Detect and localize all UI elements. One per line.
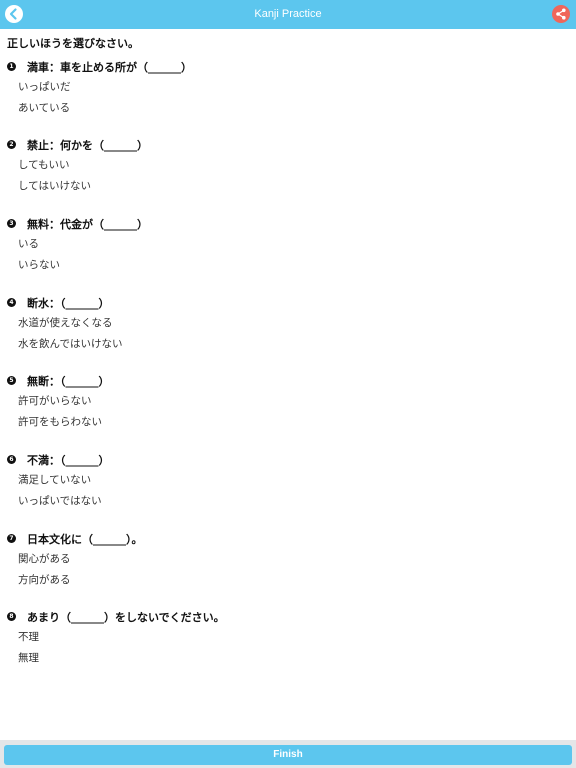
answer-option[interactable]: 水を飲んではいけない [18, 336, 122, 351]
answer-option[interactable]: いる [18, 236, 39, 251]
question-number-badge: 1 [7, 62, 16, 71]
question-text: あまり（______）をしないでください。 [27, 611, 225, 624]
answer-option[interactable]: してもいい [18, 157, 69, 172]
footer-bar: Finish [0, 740, 576, 768]
question-text: 無料：代金が（______） [27, 218, 148, 231]
question-item: 8 あまり（______）をしないでください。 不理 無理 [0, 609, 576, 679]
question-number-badge: 3 [7, 219, 16, 228]
answer-option[interactable]: いっぱいではない [18, 493, 102, 508]
question-item: 3 無料：代金が（______） いる いらない [0, 216, 576, 286]
question-item: 1 満車：車を止める所が（______） いっぱいだ あいている [0, 59, 576, 129]
page-title: Kanji Practice [254, 8, 322, 20]
question-text: 不満：（______） [27, 454, 110, 467]
answer-option[interactable]: 許可がいらない [18, 393, 92, 408]
finish-button[interactable]: Finish [4, 745, 572, 765]
answer-option[interactable]: 水道が使えなくなる [18, 315, 113, 330]
question-text: 禁止：何かを（______） [27, 139, 148, 152]
answer-option[interactable]: 不理 [18, 629, 39, 644]
answer-option[interactable]: 許可をもらわない [18, 414, 102, 429]
answer-option[interactable]: 関心がある [18, 551, 71, 566]
question-number-badge: 8 [7, 612, 16, 621]
question-number-badge: 5 [7, 376, 16, 385]
question-number-badge: 4 [7, 298, 16, 307]
header-bar: Kanji Practice [0, 0, 576, 29]
question-number-badge: 2 [7, 140, 16, 149]
question-text: 断水：（______） [27, 297, 110, 310]
question-item: 6 不満：（______） 満足していない いっぱいではない [0, 452, 576, 522]
question-item: 2 禁止：何かを（______） してもいい してはいけない [0, 137, 576, 207]
instruction-text: 正しいほうを選びなさい。 [7, 37, 139, 50]
question-text: 満車：車を止める所が（______） [27, 61, 192, 74]
answer-option[interactable]: あいている [18, 100, 70, 115]
question-text: 日本文化に（______）。 [27, 533, 143, 546]
question-item: 5 無断：（______） 許可がいらない 許可をもらわない [0, 373, 576, 443]
answer-option[interactable]: 満足していない [18, 472, 91, 487]
app-screen: Kanji Practice 正しいほうを選びなさい。 1 満車：車を止める所が… [0, 0, 576, 768]
question-text: 無断：（______） [27, 375, 110, 388]
question-item: 4 断水：（______） 水道が使えなくなる 水を飲んではいけない [0, 295, 576, 365]
answer-option[interactable]: 方向がある [18, 572, 71, 587]
answer-option[interactable]: 無理 [18, 650, 39, 665]
answer-option[interactable]: いっぱいだ [18, 79, 71, 94]
question-number-badge: 6 [7, 455, 16, 464]
share-button[interactable] [552, 5, 570, 23]
answer-option[interactable]: いらない [18, 257, 60, 272]
question-item: 7 日本文化に（______）。 関心がある 方向がある [0, 531, 576, 601]
question-number-badge: 7 [7, 534, 16, 543]
answer-option[interactable]: してはいけない [18, 178, 91, 193]
share-icon [556, 8, 566, 20]
